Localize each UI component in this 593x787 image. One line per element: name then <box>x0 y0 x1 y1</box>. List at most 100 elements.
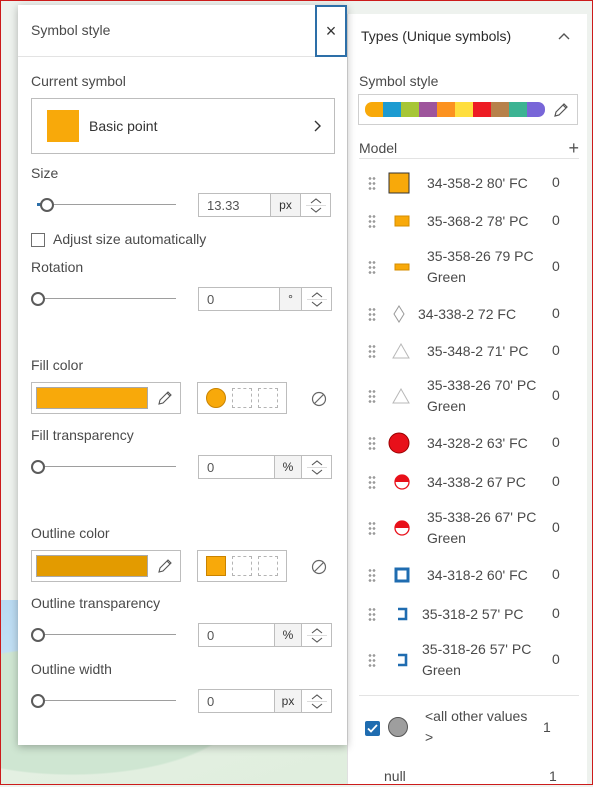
add-icon[interactable]: + <box>568 138 579 159</box>
blue-bracket-symbol[interactable] <box>391 603 413 625</box>
drag-handle-icon[interactable] <box>368 568 376 582</box>
outline-transparency-spinner[interactable] <box>302 623 332 647</box>
fill-transparency-spinner[interactable] <box>302 455 332 479</box>
chevron-up-icon[interactable] <box>311 627 323 634</box>
adjust-size-checkbox[interactable] <box>31 233 45 247</box>
slider-track <box>37 204 176 205</box>
size-spinner[interactable] <box>301 193 331 217</box>
current-symbol-swatch <box>47 110 79 142</box>
fill-transparency-slider[interactable] <box>31 459 176 475</box>
category-label-line: Green <box>427 530 466 546</box>
drag-handle-icon[interactable] <box>368 344 376 358</box>
drag-handle-icon[interactable] <box>368 176 376 190</box>
category-label-line: 35-318-2 57' PC <box>422 606 524 622</box>
outline-transparency-slider[interactable] <box>31 627 176 643</box>
slider-thumb[interactable] <box>31 628 45 642</box>
divider <box>306 700 327 702</box>
pattern-option[interactable] <box>232 388 252 408</box>
orange-square-large-symbol[interactable] <box>388 172 410 194</box>
drag-handle-icon[interactable] <box>368 475 376 489</box>
chevron-down-icon[interactable] <box>311 703 323 709</box>
divider <box>306 466 327 468</box>
color-ramp-swatch <box>491 102 509 117</box>
pattern-option[interactable] <box>258 556 278 576</box>
diamond-outline-symbol[interactable] <box>388 303 410 325</box>
outline-color-picker[interactable] <box>31 550 181 582</box>
outline-style-selector[interactable] <box>197 550 287 582</box>
pattern-option[interactable] <box>258 388 278 408</box>
outline-width-input[interactable]: 0 <box>198 689 275 713</box>
chevron-up-icon[interactable] <box>558 32 570 40</box>
drag-handle-icon[interactable] <box>368 436 376 450</box>
drag-handle-icon[interactable] <box>368 653 376 667</box>
half-red-circle-symbol[interactable] <box>391 517 413 539</box>
chevron-down-icon[interactable] <box>311 469 323 475</box>
pencil-icon[interactable] <box>157 390 173 406</box>
types-panel-header[interactable]: Types (Unique symbols) <box>348 14 588 58</box>
blue-bracket-symbol[interactable] <box>391 649 413 671</box>
adjust-size-label: Adjust size automatically <box>53 231 207 247</box>
pattern-option[interactable] <box>232 556 252 576</box>
category-count: 0 <box>552 473 560 489</box>
current-symbol-button[interactable]: Basic point <box>31 98 335 154</box>
category-count: 0 <box>552 342 560 358</box>
slider-thumb[interactable] <box>31 694 45 708</box>
fill-style-selector[interactable] <box>197 382 287 414</box>
drag-handle-icon[interactable] <box>368 260 376 274</box>
outline-width-slider[interactable] <box>31 693 176 709</box>
rotation-spinner[interactable] <box>302 287 332 311</box>
fill-color-picker[interactable] <box>31 382 181 414</box>
slider-thumb[interactable] <box>31 292 45 306</box>
outline-transparency-input[interactable]: 0 <box>198 623 275 647</box>
color-ramp-selector[interactable] <box>358 94 578 125</box>
types-panel: Types (Unique symbols) Symbol style Mode… <box>347 14 587 785</box>
chevron-right-icon <box>314 120 321 132</box>
no-color-icon[interactable] <box>311 559 327 575</box>
red-circle-symbol[interactable] <box>388 432 410 454</box>
chevron-up-icon[interactable] <box>311 291 323 298</box>
drag-handle-icon[interactable] <box>368 389 376 403</box>
chevron-up-icon[interactable] <box>311 693 323 700</box>
size-number-input: 13.33 px <box>198 193 331 217</box>
triangle-outline-symbol[interactable] <box>390 385 412 407</box>
chevron-down-icon[interactable] <box>311 637 323 643</box>
size-input[interactable]: 13.33 <box>198 193 271 217</box>
category-label-line: 35-338-26 70' PC <box>427 377 537 393</box>
orange-rect-flat-symbol[interactable] <box>391 256 413 278</box>
outline-width-spinner[interactable] <box>302 689 332 713</box>
drag-handle-icon[interactable] <box>368 214 376 228</box>
triangle-outline-symbol[interactable] <box>390 340 412 362</box>
rotation-slider[interactable] <box>31 291 176 307</box>
fill-transparency-label: Fill transparency <box>31 427 134 443</box>
divider <box>306 298 327 300</box>
pencil-icon[interactable] <box>157 558 173 574</box>
category-label: 34-338-2 72 FC <box>418 304 516 325</box>
close-button[interactable]: × <box>315 5 347 57</box>
chevron-up-icon[interactable] <box>311 459 323 466</box>
category-label: 35-338-26 67' PC Green <box>427 507 536 549</box>
drag-handle-icon[interactable] <box>368 607 376 621</box>
rotation-input[interactable]: 0 <box>198 287 280 311</box>
no-color-icon[interactable] <box>311 391 327 407</box>
slider-thumb[interactable] <box>31 460 45 474</box>
size-slider[interactable] <box>31 197 176 213</box>
category-count: 0 <box>552 174 560 190</box>
half-red-circle-symbol[interactable] <box>391 471 413 493</box>
solid-circle-option[interactable] <box>206 388 226 408</box>
other-values-checkbox[interactable] <box>365 721 380 736</box>
category-count: 0 <box>552 651 560 667</box>
category-count: 0 <box>552 605 560 621</box>
slider-thumb[interactable] <box>40 198 54 212</box>
chevron-down-icon[interactable] <box>311 301 323 307</box>
drag-handle-icon[interactable] <box>368 521 376 535</box>
drag-handle-icon[interactable] <box>368 307 376 321</box>
chevron-down-icon[interactable] <box>310 207 322 213</box>
size-label: Size <box>31 165 59 181</box>
category-label: 35-318-2 57' PC <box>422 604 524 625</box>
pencil-icon[interactable] <box>552 101 570 119</box>
solid-square-option[interactable] <box>206 556 226 576</box>
fill-transparency-input[interactable]: 0 <box>198 455 275 479</box>
chevron-up-icon[interactable] <box>310 197 322 204</box>
orange-rect-small-symbol[interactable] <box>391 210 413 232</box>
blue-square-outline-symbol[interactable] <box>391 564 413 586</box>
